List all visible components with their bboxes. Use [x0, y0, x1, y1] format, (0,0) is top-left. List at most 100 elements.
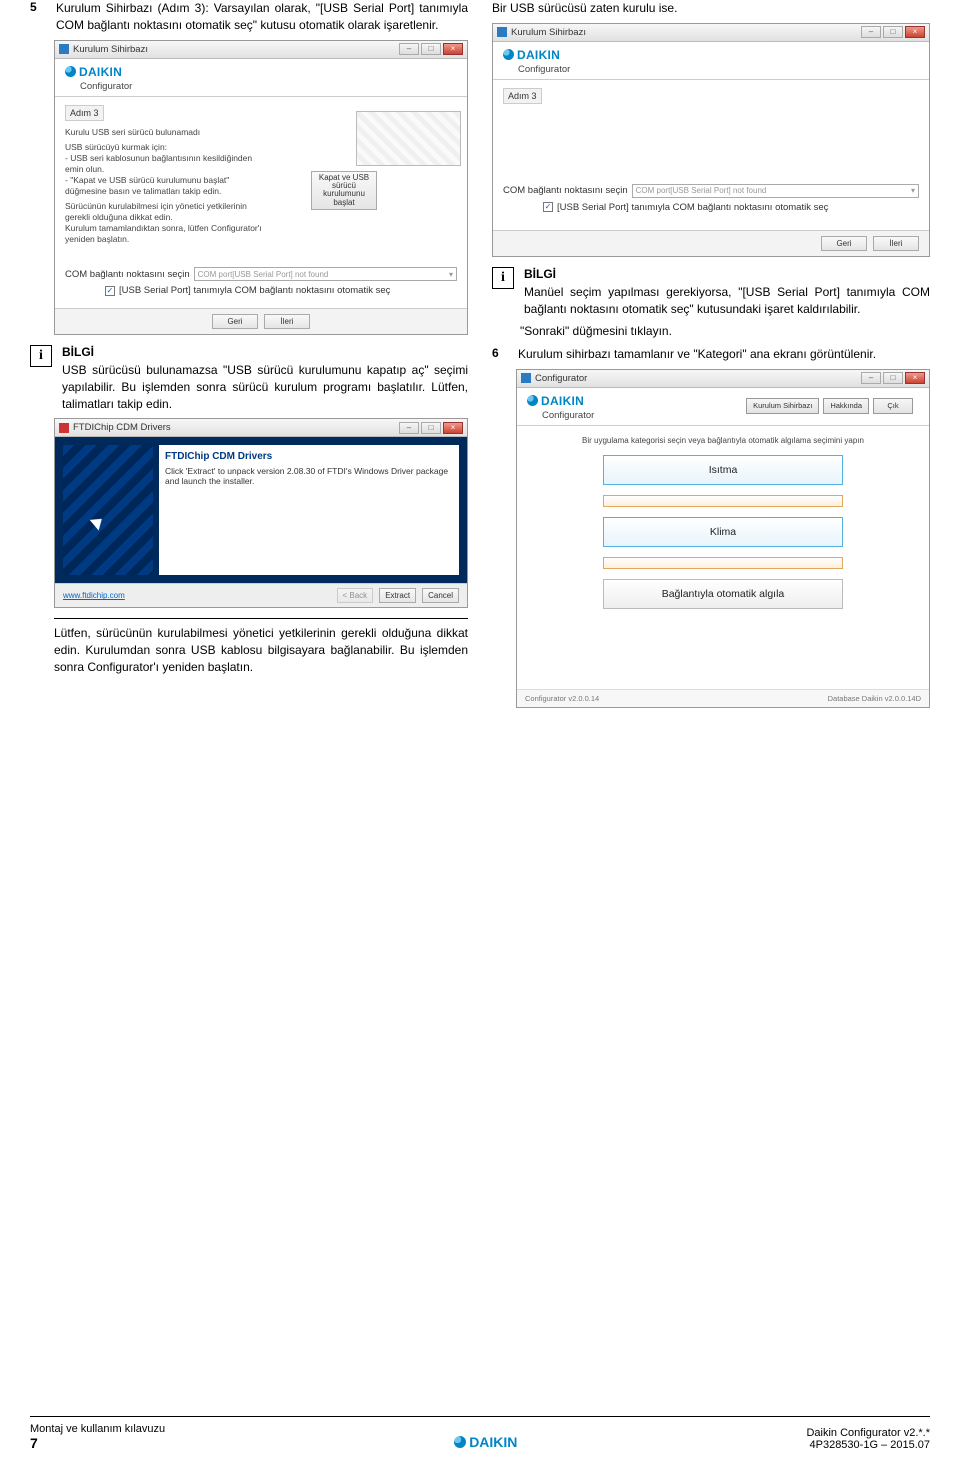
wizard-a-step-badge: Adım 3 [65, 105, 104, 121]
wizard-b-combo-row: COM bağlantı noktasını seçin COM port[US… [503, 184, 919, 198]
category-app-icon [521, 373, 531, 383]
wizard-b-title: Kurulum Sihirbazı [511, 27, 861, 38]
btn-about[interactable]: Hakkında [823, 398, 869, 414]
flower-icon [454, 1436, 466, 1448]
minimize-icon[interactable]: – [861, 26, 881, 38]
daikin-logo: DAIKIN [65, 65, 457, 79]
wizard-b-checkbox[interactable]: ✓ [543, 202, 553, 212]
category-header: DAIKIN Configurator Kurulum Sihirbazı Ha… [517, 388, 929, 426]
wizard-a-app-icon [59, 44, 69, 54]
wizard-a-checkbox[interactable]: ✓ [105, 286, 115, 296]
close-and-install-button[interactable]: Kapat ve USB sürücü kurulumunu başlat [311, 171, 377, 211]
wizard-a-title: Kurulum Sihirbazı [73, 44, 399, 55]
brand-text: DAIKIN [541, 394, 584, 408]
wizard-a-window-buttons: – □ × [399, 43, 463, 55]
category-klima[interactable]: Klima [603, 517, 843, 547]
daikin-logo: DAIKIN [503, 48, 919, 62]
close-icon[interactable]: × [443, 422, 463, 434]
category-titlebar: Configurator – □ × [517, 370, 929, 388]
ftdi-app-icon [59, 423, 69, 433]
footer-right-top: Daikin Configurator v2.*.* [806, 1427, 930, 1439]
ftdi-link[interactable]: www.ftdichip.com [63, 591, 125, 600]
daikin-logo: DAIKIN [527, 394, 594, 408]
ftdi-extract-button[interactable]: Extract [379, 588, 416, 603]
category-footer: Configurator v2.0.0.14 Database Daikin v… [517, 689, 929, 707]
wizard-a-combo-label: COM bağlantı noktasını seçin [65, 269, 190, 280]
chevron-down-icon: ▾ [449, 270, 453, 279]
wizard-a-check-row: ✓ [USB Serial Port] tanımıyla COM bağlan… [105, 285, 457, 296]
maximize-icon[interactable]: □ [883, 372, 903, 384]
info-2-text: Manüel seçim yapılması gerekiyorsa, "[US… [524, 284, 930, 318]
version-database: Database Daikin v2.0.0.14D [828, 694, 921, 703]
wizard-a-header: DAIKIN Configurator [55, 59, 467, 97]
minimize-icon[interactable]: – [399, 422, 419, 434]
wizard-a-titlebar: Kurulum Sihirbazı – □ × [55, 41, 467, 59]
ftdi-dialog: FTDIChip CDM Drivers – □ × FTDIChip CDM … [54, 418, 468, 608]
wizard-b-header: DAIKIN Configurator [493, 42, 929, 80]
wizard-b-check-row: ✓ [USB Serial Port] tanımıyla COM bağlan… [543, 202, 919, 213]
maximize-icon[interactable]: □ [421, 43, 441, 55]
wizard-b-combo-text: COM port[USB Serial Port] not found [636, 186, 767, 195]
ftdi-back-button: < Back [337, 588, 374, 603]
close-icon[interactable]: × [443, 43, 463, 55]
flower-icon [527, 395, 538, 406]
info-1: i BİLGİ USB sürücüsü bulunamazsa "USB sü… [30, 345, 468, 412]
category-body: Bir uygulama kategorisi seçin veya bağla… [517, 426, 929, 689]
cursor-icon [90, 514, 107, 531]
step-5: 5 Kurulum Sihirbazı (Adım 3): Varsayılan… [30, 0, 468, 34]
ftdi-heading: FTDIChip CDM Drivers [165, 451, 453, 462]
category-ghost-1 [603, 495, 843, 507]
ftdi-body: FTDIChip CDM Drivers Click 'Extract' to … [55, 437, 467, 583]
category-isitma[interactable]: Isıtma [603, 455, 843, 485]
maximize-icon[interactable]: □ [883, 26, 903, 38]
brand-text: DAIKIN [469, 1434, 517, 1450]
footer-right-bottom: 4P328530-1G – 2015.07 [806, 1439, 930, 1451]
ftdi-body-text: Click 'Extract' to unpack version 2.08.3… [165, 466, 453, 486]
para-next-click: "Sonraki" düğmesini tıklayın. [520, 323, 930, 340]
info-1-text: USB sürücüsü bulunamazsa "USB sürücü kur… [62, 362, 468, 412]
wizard-a-back-button[interactable]: Geri [212, 314, 258, 329]
wizard-b-combo-label: COM bağlantı noktasını seçin [503, 185, 628, 196]
wizard-a-next-button[interactable]: İleri [264, 314, 310, 329]
minimize-icon[interactable]: – [399, 43, 419, 55]
wizard-b-footer: Geri İleri [493, 230, 929, 256]
wizard-a-combo-row: COM bağlantı noktasını seçin COM port[US… [65, 267, 457, 281]
category-ghost-2 [603, 557, 843, 569]
brand-text: DAIKIN [517, 48, 560, 62]
step-5-text: Kurulum Sihirbazı (Adım 3): Varsayılan o… [56, 0, 468, 34]
keyboard-illustration [356, 111, 461, 166]
wizard-a-subtitle: Configurator [80, 81, 457, 92]
wizard-a-line6: Kurulum tamamlandıktan sonra, lütfen Con… [65, 223, 265, 245]
wizard-b-window: Kurulum Sihirbazı – □ × DAIKIN Configura… [492, 23, 930, 257]
chevron-down-icon: ▾ [911, 186, 915, 195]
step-6: 6 Kurulum sihirbazı tamamlanır ve "Kateg… [492, 346, 930, 363]
wizard-b-next-button[interactable]: İleri [873, 236, 919, 251]
maximize-icon[interactable]: □ [421, 422, 441, 434]
flower-icon [65, 66, 76, 77]
page-number: 7 [30, 1435, 165, 1451]
ftdi-titlebar: FTDIChip CDM Drivers – □ × [55, 419, 467, 437]
wizard-a-line2: USB sürücüyü kurmak için: [65, 142, 265, 153]
wizard-b-combo[interactable]: COM port[USB Serial Port] not found ▾ [632, 184, 919, 198]
category-auto-detect[interactable]: Bağlantıyla otomatik algıla [603, 579, 843, 609]
wizard-a-line4: - "Kapat ve USB sürücü kurulumunu başlat… [65, 175, 265, 197]
btn-wizard[interactable]: Kurulum Sihirbazı [746, 398, 819, 414]
wizard-a-check-label: [USB Serial Port] tanımıyla COM bağlantı… [119, 285, 390, 296]
btn-exit[interactable]: Çık [873, 398, 913, 414]
wizard-b-back-button[interactable]: Geri [821, 236, 867, 251]
wizard-a-combo[interactable]: COM port[USB Serial Port] not found ▾ [194, 267, 457, 281]
ftdi-cancel-button[interactable]: Cancel [422, 588, 459, 603]
page-footer: Montaj ve kullanım kılavuzu 7 DAIKIN Dai… [30, 1416, 930, 1451]
wizard-b-sub: Configurator [518, 64, 919, 75]
category-title: Configurator [535, 373, 861, 384]
wizard-b-app-icon [497, 27, 507, 37]
minimize-icon[interactable]: – [861, 372, 881, 384]
close-icon[interactable]: × [905, 372, 925, 384]
wizard-b-check-label: [USB Serial Port] tanımıyla COM bağlantı… [557, 202, 828, 213]
wizard-a-line5: Sürücünün kurulabilmesi için yönetici ye… [65, 201, 265, 223]
info-2: i BİLGİ Manüel seçim yapılması gerekiyor… [492, 267, 930, 318]
wizard-a-lines: Kurulu USB seri sürücü bulunamadı USB sü… [65, 127, 265, 245]
close-icon[interactable]: × [905, 26, 925, 38]
info-icon: i [30, 345, 52, 367]
info-2-title: BİLGİ [524, 267, 930, 281]
